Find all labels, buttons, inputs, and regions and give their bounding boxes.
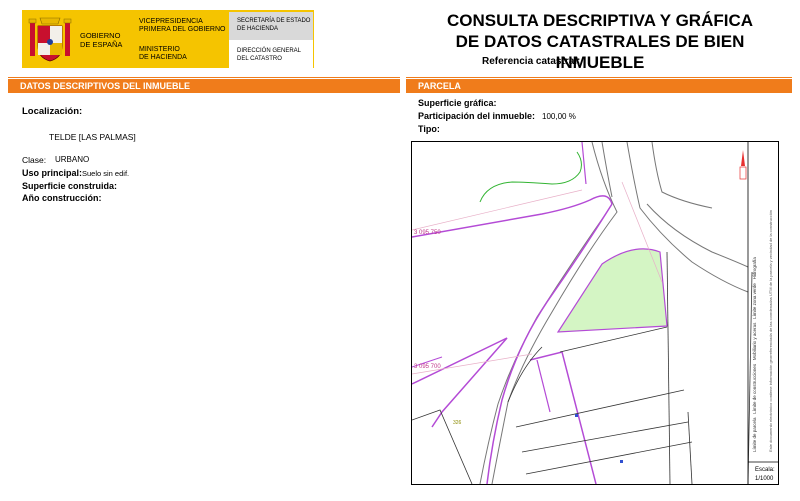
parcela-section-bar: PARCELA — [406, 79, 792, 93]
anio-construccion-label: Año construcción: — [22, 193, 102, 203]
direccion-line-1: DIRECCIÓN GENERAL — [237, 48, 302, 54]
left-section-divider — [8, 77, 400, 78]
ministerio-label: MINISTERIO DE HACIENDA — [139, 46, 187, 62]
scale-label: Escala: — [755, 467, 775, 473]
clase-label: Clase: — [22, 155, 47, 165]
uso-principal-value: Suelo sin edif. — [82, 169, 130, 178]
participacion-label: Participación del inmueble: — [418, 111, 536, 121]
ministerio-line-2: DE HACIENDA — [139, 54, 187, 61]
localizacion-label: Localización: — [22, 106, 83, 117]
map-legend: Límite de parcela Límite de construccion… — [752, 152, 766, 452]
legend-furniture: Mobiliario y aceras — [752, 322, 757, 361]
map-coordinate-1: 3 095 750 — [414, 230, 441, 236]
direccion-label: DIRECCIÓN GENERAL DEL CATASTRO — [237, 48, 301, 63]
secretaria-line-1: SECRETARÍA DE ESTADO — [237, 18, 311, 24]
right-section-divider — [406, 77, 792, 78]
tipo-label: Tipo: — [418, 124, 440, 134]
gobierno-label: GOBIERNO DE ESPAÑA — [80, 31, 123, 49]
map-parcel-number: 326 — [453, 420, 462, 426]
ministerio-line-1: MINISTERIO — [139, 46, 180, 53]
legend-note-text: Este documento electrónico contiene info… — [768, 209, 773, 452]
scale-value: 1/1000 — [755, 476, 774, 482]
participacion-value: 100,00 % — [542, 112, 576, 121]
hydrography-line — [479, 151, 582, 203]
page-title-line-2: DE DATOS CATASTRALES DE BIEN INMUEBLE — [455, 32, 745, 72]
superficie-grafica-label: Superficie gráfica: — [418, 98, 497, 108]
map-legend-note: Este documento electrónico contiene info… — [768, 152, 776, 452]
gobierno-line-2: DE ESPAÑA — [80, 39, 123, 49]
vicepresidencia-label: VICEPRESIDENCIA PRIMERA DEL GOBIERNO — [139, 18, 225, 34]
legend-construction-limit: Límite de construcciones — [752, 363, 757, 414]
legend-hydrography: Hidrografía — [752, 257, 757, 280]
map-coordinate-2: 3 095 700 — [414, 364, 441, 370]
uso-principal-label: Uso principal: — [22, 168, 83, 178]
secretaria-line-2: DE HACIENDA — [237, 25, 279, 32]
cadastral-map-drawing — [412, 142, 778, 484]
legend-green-zone: Límite zona verde — [752, 283, 757, 319]
clase-value: URBANO — [55, 155, 90, 164]
direccion-line-2: DEL CATASTRO — [237, 55, 282, 62]
cadastral-map: 3 095 750 3 095 700 326 Límite de parcel… — [411, 141, 779, 485]
north-arrow-icon — [741, 150, 745, 166]
superficie-construida-label: Superficie construida: — [22, 181, 118, 191]
left-section-bar: DATOS DESCRIPTIVOS DEL INMUEBLE — [8, 79, 400, 93]
spain-coat-of-arms-icon — [28, 17, 72, 62]
legend-parcel-limit: Límite de parcela — [752, 417, 757, 452]
secretaria-label: SECRETARÍA DE ESTADO DE HACIENDA — [237, 18, 310, 33]
localizacion-value: TELDE [LAS PALMAS] — [49, 132, 136, 142]
vicepresidencia-line-1: VICEPRESIDENCIA — [139, 18, 203, 25]
referencia-catastral-label: Referencia catastral: — [482, 56, 581, 67]
vicepresidencia-line-2: PRIMERA DEL GOBIERNO — [139, 26, 226, 33]
page-title-line-1: CONSULTA DESCRIPTIVA Y GRÁFICA — [446, 11, 754, 30]
